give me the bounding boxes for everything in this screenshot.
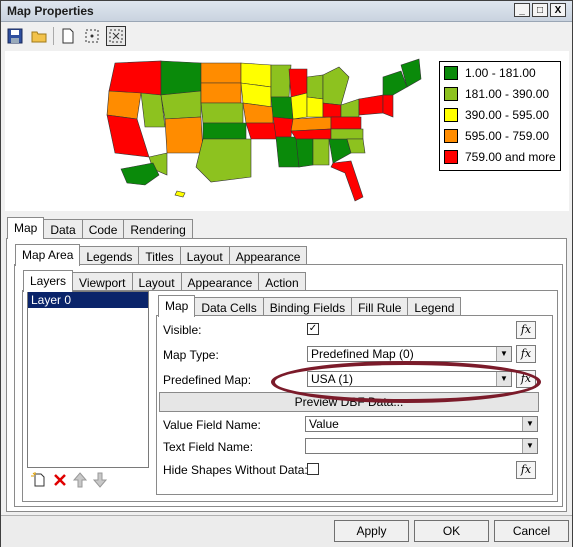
- visible-label: Visible:: [163, 323, 202, 337]
- close-button[interactable]: X: [550, 3, 566, 17]
- value-field-value: Value: [309, 417, 339, 431]
- move-down-icon[interactable]: [92, 472, 108, 491]
- predefined-map-fx-button[interactable]: fx: [516, 370, 536, 388]
- text-field-select[interactable]: ▼: [305, 438, 538, 454]
- toolbar: [5, 25, 126, 47]
- preview-dbf-button[interactable]: Preview DBF Data...: [159, 392, 539, 412]
- hide-shapes-fx-button[interactable]: fx: [516, 461, 536, 479]
- legend-swatch: [444, 66, 458, 80]
- map-type-select[interactable]: Predefined Map (0) ▼: [307, 346, 512, 362]
- legend-label: 759.00 and more: [465, 150, 556, 164]
- tab-layout-2[interactable]: Layout: [131, 272, 182, 292]
- tab-map[interactable]: Map: [7, 217, 45, 239]
- chevron-down-icon[interactable]: ▼: [522, 439, 537, 453]
- value-field-label: Value Field Name:: [163, 418, 261, 432]
- new-page-icon[interactable]: [58, 26, 78, 46]
- tab-data[interactable]: Data: [43, 219, 83, 239]
- usa-map: [106, 58, 422, 202]
- chevron-down-icon[interactable]: ▼: [522, 417, 537, 431]
- legend-swatch: [444, 150, 458, 164]
- tab-appearance[interactable]: Appearance: [228, 246, 308, 266]
- add-layer-icon[interactable]: [31, 471, 47, 491]
- layer-item[interactable]: Layer 0: [28, 292, 148, 308]
- minimize-button[interactable]: _: [514, 3, 530, 17]
- hide-shapes-checkbox[interactable]: [307, 463, 319, 475]
- title-bar: Map Properties _ □ X: [1, 1, 572, 22]
- map-type-fx-button[interactable]: fx: [516, 345, 536, 363]
- map-properties-window: Map Properties _ □ X 1.00 - 181.00 181.0…: [0, 0, 573, 547]
- map-type-value: Predefined Map (0): [311, 347, 414, 361]
- select-area-icon[interactable]: [82, 26, 102, 46]
- map-preview: 1.00 - 181.00 181.00 - 390.00 390.00 - 5…: [5, 51, 569, 211]
- legend-label: 595.00 - 759.00: [465, 129, 550, 143]
- tab-appearance-2[interactable]: Appearance: [180, 272, 260, 292]
- map-legend: 1.00 - 181.00 181.00 - 390.00 390.00 - 5…: [439, 61, 561, 171]
- tab-action[interactable]: Action: [258, 272, 306, 292]
- legend-item: 759.00 and more: [444, 149, 556, 165]
- tab-rendering[interactable]: Rendering: [123, 219, 193, 239]
- layer-prop-tabs: Map Data Cells Binding Fields Fill Rule …: [158, 295, 462, 317]
- text-field-label: Text Field Name:: [163, 440, 254, 454]
- tab-code[interactable]: Code: [81, 219, 125, 239]
- apply-button[interactable]: Apply: [334, 520, 409, 542]
- main-tabs: Map Data Code Rendering: [7, 217, 193, 239]
- map-type-label: Map Type:: [163, 348, 219, 362]
- legend-item: 1.00 - 181.00: [444, 65, 536, 81]
- legend-swatch: [444, 129, 458, 143]
- cancel-button[interactable]: Cancel: [494, 520, 569, 542]
- map-area-tabs: Layers Viewport Layout Appearance Action: [23, 270, 306, 292]
- legend-label: 1.00 - 181.00: [465, 66, 536, 80]
- ok-button[interactable]: OK: [414, 520, 489, 542]
- tab-binding-fields[interactable]: Binding Fields: [262, 297, 353, 317]
- tab-fill-rule[interactable]: Fill Rule: [351, 297, 409, 317]
- legend-swatch: [444, 108, 458, 122]
- window-title: Map Properties: [7, 4, 94, 18]
- legend-item: 595.00 - 759.00: [444, 128, 549, 144]
- open-folder-icon[interactable]: [29, 26, 49, 46]
- map-sub-tabs: Map Area Legends Titles Layout Appearanc…: [15, 244, 308, 266]
- tab-viewport[interactable]: Viewport: [72, 272, 133, 292]
- save-icon[interactable]: [5, 26, 25, 46]
- tab-data-cells[interactable]: Data Cells: [194, 297, 264, 317]
- visible-checkbox[interactable]: ✓: [307, 323, 319, 335]
- hide-shapes-label: Hide Shapes Without Data:: [163, 463, 308, 477]
- legend-item: 181.00 - 390.00: [444, 86, 549, 102]
- predefined-map-value: USA (1): [311, 372, 354, 386]
- layers-list[interactable]: Layer 0: [27, 291, 149, 468]
- legend-swatch: [444, 87, 458, 101]
- tab-layout[interactable]: Layout: [179, 246, 230, 266]
- delete-icon[interactable]: [53, 473, 67, 490]
- tab-legends[interactable]: Legends: [79, 246, 140, 266]
- maximize-button[interactable]: □: [532, 3, 548, 17]
- chevron-down-icon[interactable]: ▼: [496, 372, 511, 386]
- chevron-down-icon[interactable]: ▼: [496, 347, 511, 361]
- layer-toolbar: [27, 471, 153, 491]
- predefined-map-select[interactable]: USA (1) ▼: [307, 371, 512, 387]
- predefined-map-label: Predefined Map:: [163, 373, 252, 387]
- tab-layers[interactable]: Layers: [23, 270, 74, 292]
- tab-layer-map[interactable]: Map: [158, 295, 196, 317]
- visible-fx-button[interactable]: fx: [516, 321, 536, 339]
- legend-item: 390.00 - 595.00: [444, 107, 549, 123]
- tab-map-area[interactable]: Map Area: [15, 244, 81, 266]
- value-field-select[interactable]: Value ▼: [305, 416, 538, 432]
- legend-label: 390.00 - 595.00: [465, 108, 550, 122]
- move-up-icon[interactable]: [72, 471, 88, 491]
- legend-label: 181.00 - 390.00: [465, 87, 550, 101]
- tab-titles[interactable]: Titles: [138, 246, 181, 266]
- tab-legend[interactable]: Legend: [407, 297, 462, 317]
- select-all-icon[interactable]: [106, 26, 126, 46]
